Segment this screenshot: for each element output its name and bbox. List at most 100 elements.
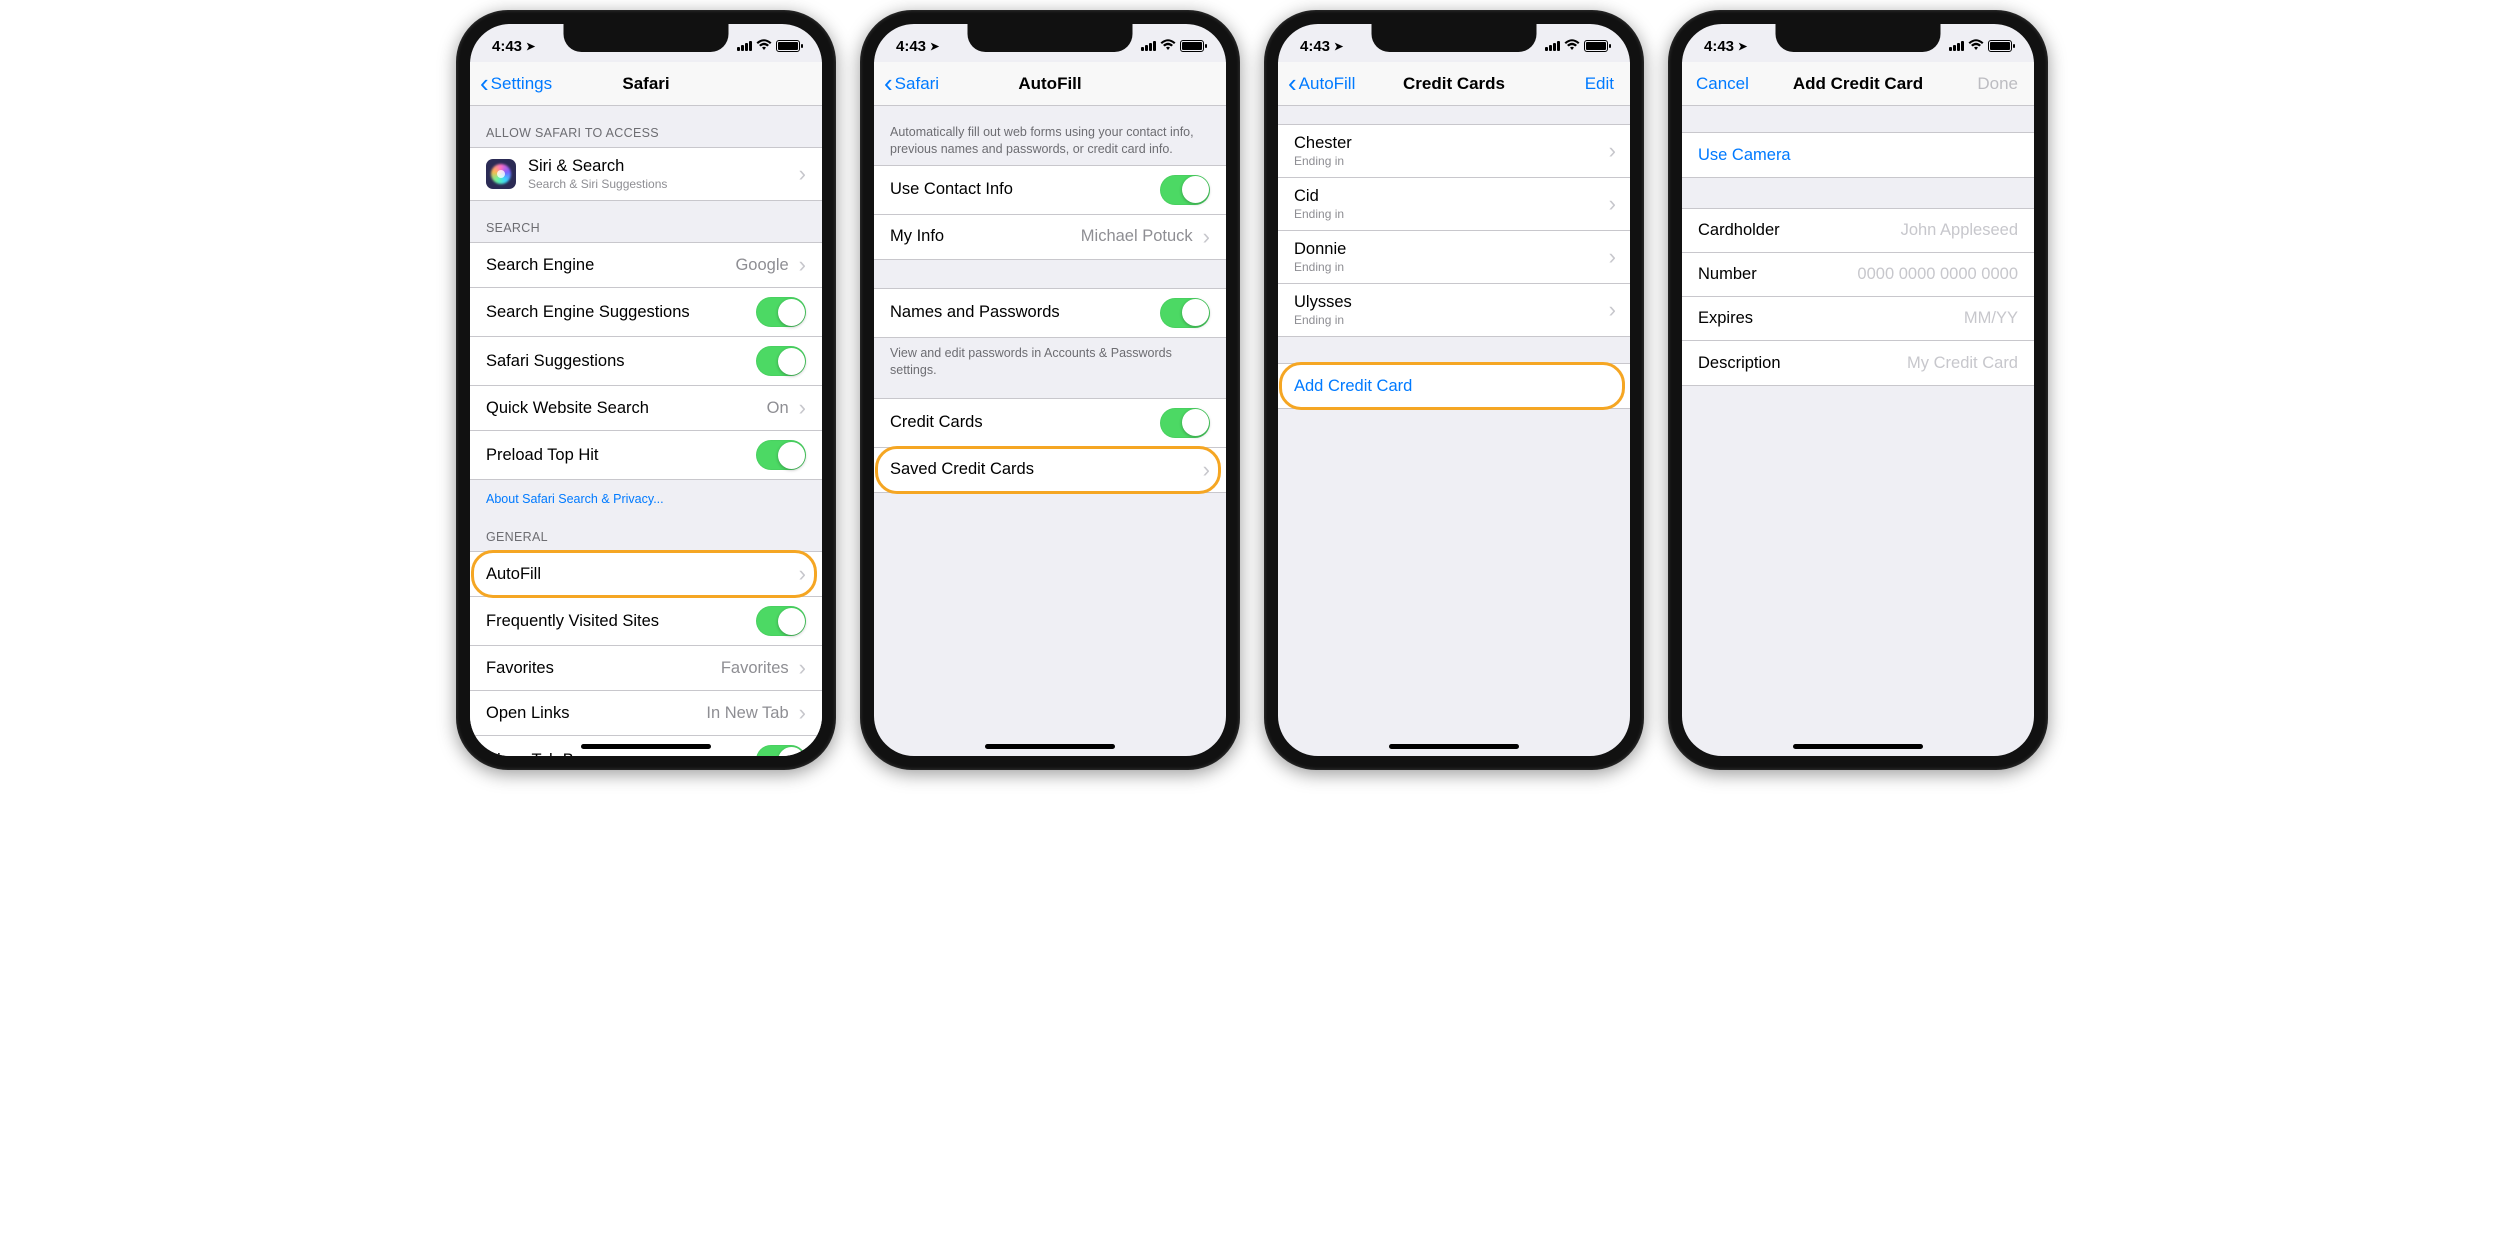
names-passwords-row: Names and Passwords <box>874 289 1226 337</box>
autofill-row[interactable]: AutoFill › <box>470 552 822 597</box>
chevron-right-icon: › <box>1609 244 1616 270</box>
notch <box>564 24 729 52</box>
about-privacy-link[interactable]: About Safari Search & Privacy... <box>470 480 822 510</box>
autofill-content[interactable]: Automatically fill out web forms using y… <box>874 106 1226 756</box>
status-time: 4:43 <box>1300 38 1330 55</box>
back-label: Safari <box>895 74 939 94</box>
use-contact-label: Use Contact Info <box>890 180 1160 199</box>
passwords-note: View and edit passwords in Accounts & Pa… <box>874 338 1226 386</box>
done-button[interactable]: Done <box>1977 74 2024 94</box>
nav-bar: ‹Settings Safari <box>470 62 822 106</box>
card-row[interactable]: Chester Ending in › <box>1278 125 1630 178</box>
home-indicator[interactable] <box>1793 744 1923 749</box>
chevron-right-icon: › <box>1203 224 1210 250</box>
search-engine-row[interactable]: Search Engine Google › <box>470 243 822 288</box>
siri-subtitle: Search & Siri Suggestions <box>528 177 795 191</box>
add-credit-card-row[interactable]: Add Credit Card <box>1278 364 1630 408</box>
card-name: Ulysses <box>1294 293 1352 312</box>
autofill-label: AutoFill <box>486 565 795 584</box>
cancel-button[interactable]: Cancel <box>1692 74 1749 94</box>
status-time: 4:43 <box>1704 38 1734 55</box>
nav-title: AutoFill <box>1018 74 1081 94</box>
back-button[interactable]: ‹Settings <box>480 74 552 94</box>
battery-icon <box>1988 40 2012 52</box>
phone-frame-4: 4:43➤ Cancel Add Credit Card Done Use Ca… <box>1668 10 2048 770</box>
favorites-label: Favorites <box>486 659 721 678</box>
chevron-right-icon: › <box>1609 191 1616 217</box>
back-button[interactable]: ‹Safari <box>884 74 939 94</box>
quick-website-search-value: On <box>767 399 789 418</box>
safari-suggestions-toggle[interactable] <box>756 346 806 376</box>
favorites-row[interactable]: Favorites Favorites › <box>470 646 822 691</box>
names-passwords-toggle[interactable] <box>1160 298 1210 328</box>
show-tab-bar-toggle[interactable] <box>756 745 806 756</box>
chevron-left-icon: ‹ <box>1288 77 1297 90</box>
saved-credit-cards-row[interactable]: Saved Credit Cards › <box>874 448 1226 492</box>
open-links-label: Open Links <box>486 704 706 723</box>
chevron-left-icon: ‹ <box>480 77 489 90</box>
expires-placeholder: MM/YY <box>1964 309 2018 328</box>
safari-suggestions-row: Safari Suggestions <box>470 337 822 386</box>
back-label: Settings <box>491 74 552 94</box>
search-suggestions-toggle[interactable] <box>756 297 806 327</box>
my-info-label: My Info <box>890 227 1081 246</box>
chevron-right-icon: › <box>799 252 806 278</box>
search-engine-value: Google <box>735 256 788 275</box>
my-info-row[interactable]: My Info Michael Potuck › <box>874 215 1226 259</box>
frequently-visited-toggle[interactable] <box>756 606 806 636</box>
expires-row[interactable]: Expires MM/YY <box>1682 297 2034 341</box>
edit-button[interactable]: Edit <box>1585 74 1620 94</box>
card-row[interactable]: Donnie Ending in › <box>1278 231 1630 284</box>
use-camera-row[interactable]: Use Camera <box>1682 133 2034 177</box>
status-time: 4:43 <box>896 38 926 55</box>
card-name: Cid <box>1294 187 1319 206</box>
battery-icon <box>1180 40 1204 52</box>
status-time: 4:43 <box>492 38 522 55</box>
nav-title: Credit Cards <box>1403 74 1505 94</box>
show-tab-bar-label: Show Tab Bar <box>486 751 756 757</box>
wifi-icon <box>1160 38 1176 55</box>
siri-icon <box>486 159 516 189</box>
quick-website-search-row[interactable]: Quick Website Search On › <box>470 386 822 431</box>
credit-cards-toggle[interactable] <box>1160 408 1210 438</box>
credit-cards-toggle-row: Credit Cards <box>874 399 1226 448</box>
chevron-right-icon: › <box>799 700 806 726</box>
settings-content[interactable]: ALLOW SAFARI TO ACCESS Siri & Search Sea… <box>470 106 822 756</box>
card-ending: Ending in <box>1294 154 1344 168</box>
cardholder-row[interactable]: Cardholder John Appleseed <box>1682 209 2034 253</box>
use-contact-toggle[interactable] <box>1160 175 1210 205</box>
home-indicator[interactable] <box>1389 744 1519 749</box>
nav-title: Add Credit Card <box>1793 74 1923 94</box>
frequently-visited-row: Frequently Visited Sites <box>470 597 822 646</box>
open-links-row[interactable]: Open Links In New Tab › <box>470 691 822 736</box>
back-label: AutoFill <box>1299 74 1356 94</box>
card-row[interactable]: Ulysses Ending in › <box>1278 284 1630 336</box>
section-header-access: ALLOW SAFARI TO ACCESS <box>470 106 822 147</box>
description-row[interactable]: Description My Credit Card <box>1682 341 2034 385</box>
use-camera-label: Use Camera <box>1698 146 2018 165</box>
home-indicator[interactable] <box>985 744 1115 749</box>
card-ending: Ending in <box>1294 260 1344 274</box>
card-row[interactable]: Cid Ending in › <box>1278 178 1630 231</box>
chevron-right-icon: › <box>799 561 806 587</box>
add-card-content[interactable]: Use Camera Cardholder John Appleseed Num… <box>1682 106 2034 756</box>
search-suggestions-row: Search Engine Suggestions <box>470 288 822 337</box>
frequently-visited-label: Frequently Visited Sites <box>486 612 756 631</box>
phone-frame-1: 4:43➤ ‹Settings Safari ALLOW SAFARI TO A… <box>456 10 836 770</box>
number-row[interactable]: Number 0000 0000 0000 0000 <box>1682 253 2034 297</box>
card-ending: Ending in <box>1294 207 1344 221</box>
cards-content[interactable]: Chester Ending in › Cid Ending in › Donn… <box>1278 106 1630 756</box>
notch <box>968 24 1133 52</box>
siri-search-row[interactable]: Siri & Search Search & Siri Suggestions … <box>470 148 822 200</box>
home-indicator[interactable] <box>581 744 711 749</box>
section-header-general: GENERAL <box>470 510 822 551</box>
preload-top-hit-row: Preload Top Hit <box>470 431 822 479</box>
section-header-search: SEARCH <box>470 201 822 242</box>
chevron-right-icon: › <box>799 161 806 187</box>
location-icon: ➤ <box>930 40 939 53</box>
back-button[interactable]: ‹AutoFill <box>1288 74 1355 94</box>
safari-suggestions-label: Safari Suggestions <box>486 352 756 371</box>
use-contact-info-row: Use Contact Info <box>874 166 1226 215</box>
preload-toggle[interactable] <box>756 440 806 470</box>
nav-bar: ‹Safari AutoFill <box>874 62 1226 106</box>
